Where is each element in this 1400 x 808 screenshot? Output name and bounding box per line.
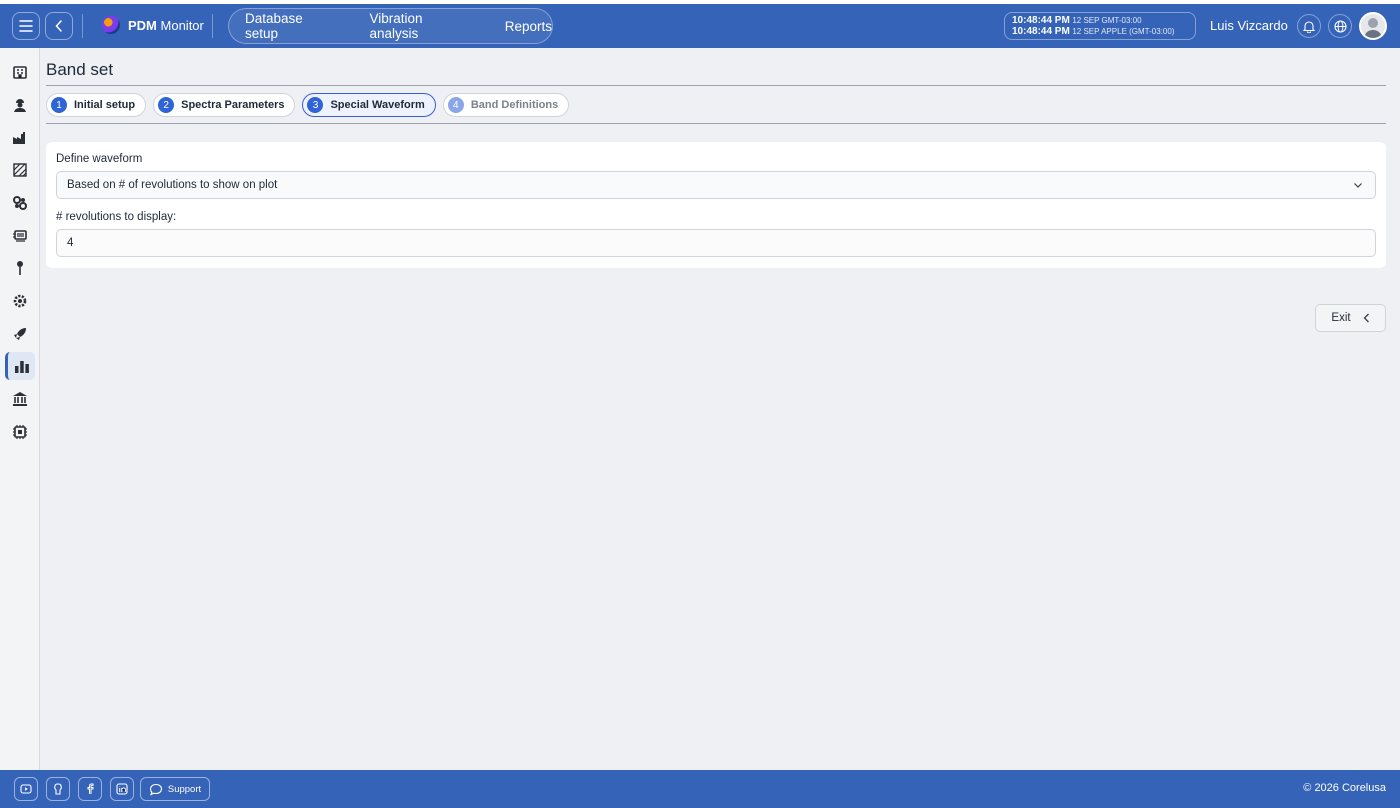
building-icon — [13, 66, 27, 79]
step-initial-setup[interactable]: 1 Initial setup — [46, 93, 147, 117]
app-brand[interactable]: PDM Monitor — [102, 16, 204, 34]
step-label: Initial setup — [74, 99, 136, 111]
hatch-area-icon — [13, 163, 27, 177]
nav-vibration-analysis[interactable]: Vibration analysis — [369, 11, 472, 41]
facebook-button[interactable] — [78, 777, 102, 801]
user-name[interactable]: Luis Vizcardo — [1210, 18, 1288, 33]
step-label: Band Definitions — [470, 99, 559, 111]
youtube-icon — [20, 784, 32, 794]
bank-icon — [13, 392, 27, 406]
main-nav: Database setup Vibration analysis Report… — [228, 8, 553, 44]
worker-icon — [14, 99, 26, 112]
top-bar: PDM Monitor Database setup Vibration ana… — [0, 4, 1400, 48]
waveform-form-card: Define waveform Based on # of revolution… — [46, 142, 1386, 268]
sidebar-item-assets[interactable] — [5, 189, 35, 217]
app-frame: PDM Monitor Database setup Vibration ana… — [0, 4, 1400, 808]
sidebar-item-factory[interactable] — [5, 124, 35, 152]
step-band-definitions[interactable]: 4 Band Definitions — [442, 93, 570, 117]
globe-icon — [1333, 19, 1347, 33]
gear-cog-icon — [13, 294, 27, 308]
hamburger-icon — [19, 20, 33, 32]
menu-button[interactable] — [12, 12, 40, 40]
chevron-down-icon — [1354, 183, 1362, 188]
clock-detail-2: 12 SEP APPLE (GMT-03:00) — [1072, 27, 1175, 36]
copyright-text: © 2026 Corelusa — [1303, 782, 1386, 794]
divider — [212, 14, 213, 38]
linkedin-button[interactable] — [110, 777, 134, 801]
youtube-button[interactable] — [14, 777, 38, 801]
app-name-bold: PDM — [128, 17, 157, 33]
github-icon — [54, 783, 62, 795]
chat-bubble-icon — [149, 783, 162, 796]
language-button[interactable] — [1328, 14, 1352, 38]
revolutions-label: # revolutions to display: — [56, 211, 177, 223]
sidebar-item-area[interactable] — [5, 156, 35, 184]
step-number: 1 — [51, 97, 67, 113]
bell-icon — [1303, 20, 1315, 33]
user-avatar-icon — [1364, 18, 1382, 38]
exit-button[interactable]: Exit — [1315, 304, 1386, 332]
revolutions-input[interactable]: 4 — [56, 229, 1376, 257]
define-waveform-select[interactable]: Based on # of revolutions to show on plo… — [56, 171, 1376, 199]
gears-icon — [13, 196, 27, 210]
revolutions-value: 4 — [67, 237, 74, 249]
nav-reports[interactable]: Reports — [505, 19, 552, 34]
define-waveform-value: Based on # of revolutions to show on plo… — [67, 179, 278, 191]
step-number: 2 — [158, 97, 175, 113]
title-divider — [46, 85, 1386, 86]
exit-label: Exit — [1331, 312, 1351, 324]
sidebar-item-bandset[interactable] — [5, 352, 35, 380]
clock-detail-1: 12 SEP GMT-03:00 — [1072, 16, 1142, 25]
clock-time-2: 10:48:44 PM — [1012, 26, 1070, 37]
steps-divider — [46, 123, 1386, 124]
sidebar-item-launch[interactable] — [5, 320, 35, 348]
sidebar-item-building[interactable] — [5, 58, 35, 86]
step-spectra-parameters[interactable]: 2 Spectra Parameters — [153, 93, 296, 117]
nav-database-setup[interactable]: Database setup — [245, 11, 337, 41]
sidebar-item-institution[interactable] — [5, 385, 35, 413]
wizard-steps: 1 Initial setup 2 Spectra Parameters 3 S… — [46, 93, 570, 117]
chip-icon — [13, 425, 27, 439]
clock-time-1: 10:48:44 PM — [1012, 15, 1070, 26]
sidebar-item-machine[interactable] — [5, 222, 35, 250]
factory-icon — [13, 132, 25, 144]
linkedin-icon — [116, 783, 128, 795]
github-button[interactable] — [46, 777, 70, 801]
step-label: Spectra Parameters — [181, 99, 285, 111]
notifications-button[interactable] — [1297, 14, 1321, 38]
step-number: 4 — [447, 97, 464, 113]
sidebar-item-point[interactable] — [5, 254, 35, 282]
page-title: Band set — [46, 60, 114, 79]
step-special-waveform[interactable]: 3 Special Waveform — [302, 93, 436, 117]
step-label: Special Waveform — [330, 99, 425, 111]
bar-chart-icon — [14, 361, 29, 373]
app-logo-icon — [102, 16, 120, 34]
app-name-rest: Monitor — [160, 17, 204, 33]
support-button[interactable]: Support — [140, 777, 210, 801]
back-button[interactable] — [45, 12, 73, 40]
chevron-left-icon — [55, 20, 62, 32]
clock-widget[interactable]: 10:48:44 PM 12 SEP GMT-03:00 10:48:44 PM… — [1004, 12, 1196, 40]
avatar[interactable] — [1359, 12, 1387, 40]
support-label: Support — [167, 783, 202, 795]
footer: Support © 2026 Corelusa — [0, 770, 1400, 808]
sidebar-item-worker[interactable] — [5, 91, 35, 119]
rocket-icon — [14, 328, 26, 340]
sidebar — [0, 48, 40, 770]
pin-icon — [17, 261, 23, 275]
machine-icon — [13, 230, 27, 242]
step-number: 3 — [307, 97, 324, 113]
sidebar-item-gear[interactable] — [5, 287, 35, 315]
chevron-left-icon — [1363, 313, 1369, 323]
define-waveform-label: Define waveform — [56, 153, 143, 165]
facebook-icon — [87, 783, 94, 794]
divider — [82, 14, 83, 38]
sidebar-item-hardware[interactable] — [5, 418, 35, 446]
